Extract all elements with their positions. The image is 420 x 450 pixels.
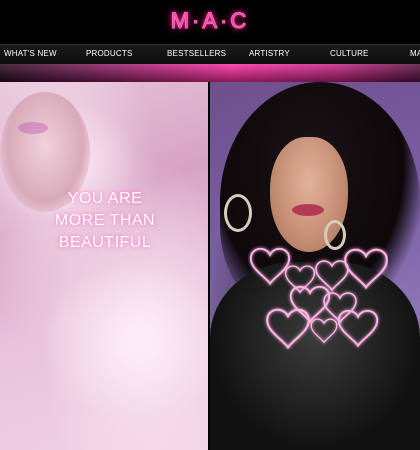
tagline-line: BEAUTIFUL <box>58 234 152 251</box>
neon-accent-bar <box>0 64 420 82</box>
nav-item-products[interactable]: PRODUCTS <box>86 49 133 58</box>
site-header: M·A·C <box>0 0 420 44</box>
tulle-veil <box>40 262 208 422</box>
nav-item-more[interactable]: MA <box>410 49 420 58</box>
main-nav: WHAT'S NEW PRODUCTS BESTSELLERS ARTISTRY… <box>0 44 420 65</box>
model-lips <box>292 204 324 216</box>
neon-hearts-icon <box>249 247 388 349</box>
brand-logo[interactable]: M·A·C <box>0 8 420 34</box>
eyeshadow <box>18 122 48 134</box>
nav-item-culture[interactable]: CULTURE <box>330 49 369 58</box>
hero-tagline: YOU ARE MORE THAN BEAUTIFUL <box>40 188 170 254</box>
nav-item-bestsellers[interactable]: BESTSELLERS <box>167 49 226 58</box>
hero-panel-right[interactable] <box>210 82 420 450</box>
tagline-line: YOU ARE <box>67 190 143 207</box>
hero-panel-left[interactable]: YOU ARE MORE THAN BEAUTIFUL <box>0 82 208 450</box>
tagline-line: MORE THAN <box>54 212 156 229</box>
hoop-earring-icon <box>224 194 252 232</box>
nav-item-artistry[interactable]: ARTISTRY <box>249 49 290 58</box>
nav-item-whats-new[interactable]: WHAT'S NEW <box>4 49 57 58</box>
